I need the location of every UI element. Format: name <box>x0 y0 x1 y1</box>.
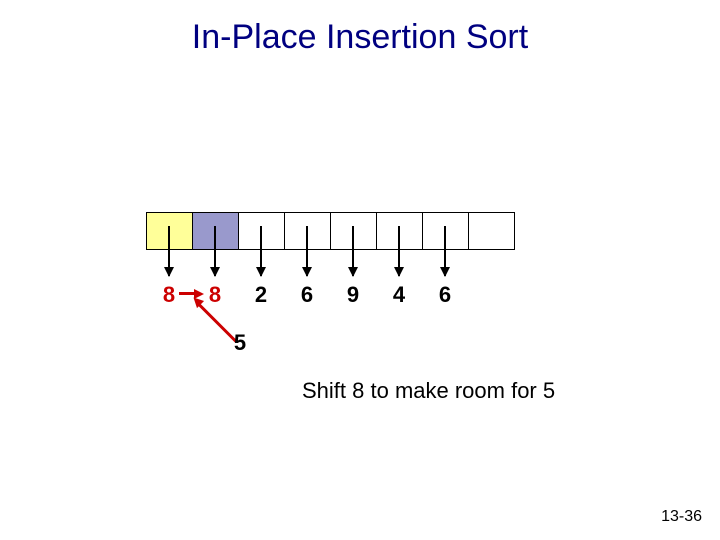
value-3: 6 <box>295 282 319 308</box>
cell-7 <box>468 213 514 249</box>
value-1: 8 <box>203 282 227 308</box>
page-title: In-Place Insertion Sort <box>0 18 720 57</box>
value-2: 2 <box>249 282 273 308</box>
arrow-cell-5 <box>398 226 400 276</box>
arrow-cell-0 <box>168 226 170 276</box>
inserting-value: 5 <box>228 330 252 356</box>
array-cells <box>146 212 515 250</box>
value-5: 4 <box>387 282 411 308</box>
arrow-cell-4 <box>352 226 354 276</box>
value-4: 9 <box>341 282 365 308</box>
value-0: 8 <box>157 282 181 308</box>
value-6: 6 <box>433 282 457 308</box>
step-caption: Shift 8 to make room for 5 <box>302 378 555 404</box>
arrow-cell-3 <box>306 226 308 276</box>
page-number: 13-36 <box>661 508 702 526</box>
arrow-cell-1 <box>214 226 216 276</box>
arrow-cell-6 <box>444 226 446 276</box>
shift-arrow-line <box>179 292 195 295</box>
arrow-cell-2 <box>260 226 262 276</box>
